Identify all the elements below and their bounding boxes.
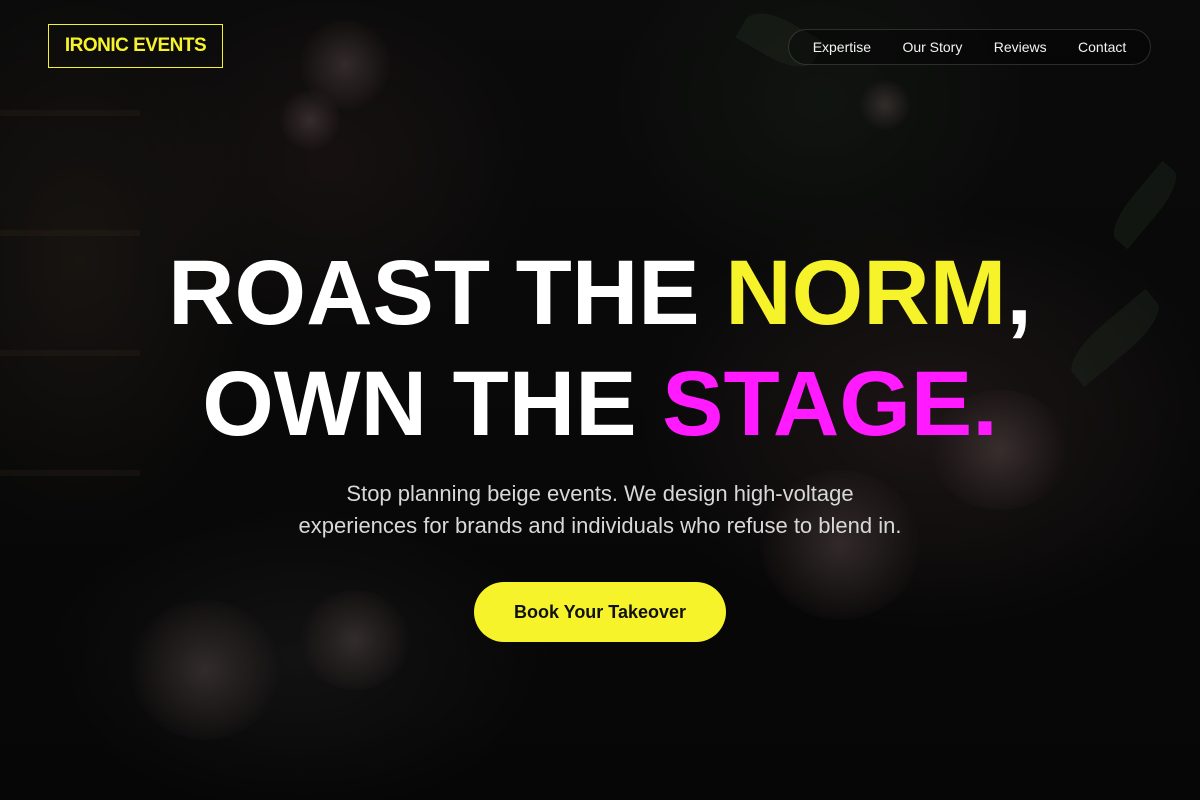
nav-item-contact[interactable]: Contact bbox=[1078, 39, 1126, 55]
headline-highlight-stage: STAGE. bbox=[662, 353, 998, 455]
nav-item-expertise[interactable]: Expertise bbox=[813, 39, 871, 55]
hero-page: IRONIC EVENTS Expertise Our Story Review… bbox=[0, 0, 1200, 800]
headline-highlight-norm: NORM bbox=[725, 242, 1007, 344]
nav-item-our-story[interactable]: Our Story bbox=[902, 39, 962, 55]
headline-line1-end: , bbox=[1006, 242, 1032, 344]
headline-line2-text: OWN THE bbox=[202, 353, 663, 455]
main-nav: Expertise Our Story Reviews Contact bbox=[788, 29, 1151, 65]
subtitle-line-1: Stop planning beige events. We design hi… bbox=[346, 481, 854, 506]
hero-headline: ROAST THE NORM, OWN THE STAGE. bbox=[0, 238, 1200, 460]
subtitle-line-2: experiences for brands and individuals w… bbox=[298, 513, 902, 538]
book-takeover-button[interactable]: Book Your Takeover bbox=[474, 582, 726, 642]
brand-logo[interactable]: IRONIC EVENTS bbox=[48, 24, 223, 68]
nav-item-reviews[interactable]: Reviews bbox=[994, 39, 1047, 55]
headline-line1-text: ROAST THE bbox=[168, 242, 726, 344]
hero-subtitle: Stop planning beige events. We design hi… bbox=[250, 478, 950, 542]
